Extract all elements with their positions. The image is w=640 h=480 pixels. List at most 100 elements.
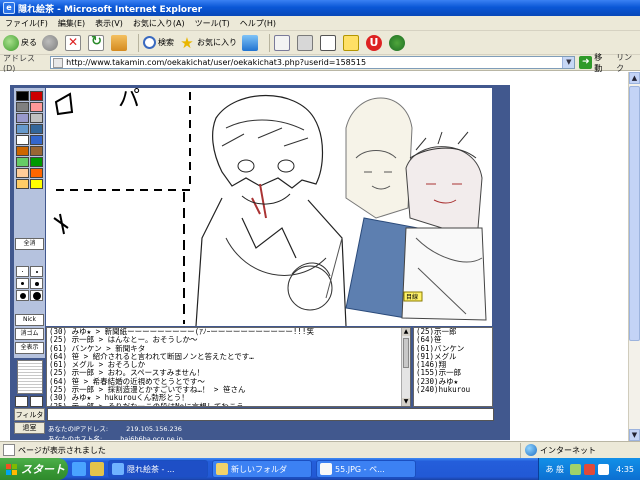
edit-icon bbox=[320, 34, 336, 51]
search-label: 検索 bbox=[158, 38, 174, 47]
scroll-thumb[interactable] bbox=[403, 338, 409, 368]
canvas-tag: 目線 bbox=[406, 293, 418, 301]
favorites-button[interactable]: ★ お気に入り bbox=[179, 35, 237, 51]
color-swatch[interactable] bbox=[16, 124, 29, 134]
stop-button[interactable] bbox=[65, 34, 83, 51]
tool-palette: 全消 Nick 消ゴム 全表示 bbox=[14, 88, 45, 358]
color-swatch[interactable] bbox=[30, 146, 43, 156]
address-input[interactable]: http://www.takamin.com/oekakichat/user/o… bbox=[50, 56, 576, 69]
color-swatch[interactable] bbox=[16, 102, 29, 112]
back-button[interactable]: 戻る bbox=[3, 34, 37, 51]
chat-message-input[interactable] bbox=[47, 408, 494, 421]
clock: 4:35 bbox=[616, 464, 634, 474]
color-swatch[interactable] bbox=[30, 135, 43, 145]
canvas-bubble-text: パ bbox=[118, 88, 140, 112]
user-list-item[interactable]: (240)hukurou bbox=[414, 385, 492, 394]
brush-size-3[interactable] bbox=[16, 278, 29, 289]
menu-file[interactable]: ファイル(F) bbox=[0, 18, 53, 29]
task-ie-window[interactable]: 隠れ絵茶 - ... bbox=[108, 460, 208, 478]
leave-label: 退室 bbox=[22, 424, 37, 432]
chat-input-row: フィルタ bbox=[14, 408, 494, 421]
start-button[interactable]: スタート bbox=[0, 458, 68, 480]
menu-help[interactable]: ヘルプ(H) bbox=[235, 18, 281, 29]
mail-small-icon[interactable] bbox=[15, 396, 28, 407]
color-swatch[interactable] bbox=[30, 113, 43, 123]
edit-button[interactable] bbox=[320, 34, 338, 51]
task-folder-window[interactable]: 新しいフォルダ bbox=[212, 460, 312, 478]
chat-scrollbar[interactable]: ▲ ▼ bbox=[401, 328, 410, 406]
security-zone: インターネット bbox=[520, 442, 640, 458]
color-swatch[interactable] bbox=[30, 124, 43, 134]
menu-edit[interactable]: 編集(E) bbox=[53, 18, 90, 29]
page-done-icon bbox=[3, 444, 15, 456]
user-lines: (25)示一郎 (64)笹 (61)バンケン (91)メグル (146)翔 (155)示一… bbox=[414, 328, 492, 394]
scroll-down-icon[interactable]: ▼ bbox=[402, 398, 410, 406]
brush-size-1[interactable] bbox=[16, 266, 29, 277]
links-button[interactable]: リンク bbox=[616, 52, 640, 74]
page-scroll-thumb[interactable] bbox=[629, 86, 640, 341]
printer-icon bbox=[297, 34, 313, 51]
toolbar-separator bbox=[269, 33, 270, 52]
menu-view[interactable]: 表示(V) bbox=[90, 18, 128, 29]
home-button[interactable] bbox=[111, 34, 129, 51]
leave-room-button[interactable]: 退室 bbox=[14, 422, 45, 434]
color-swatch[interactable] bbox=[16, 168, 29, 178]
eraser-label: 消ゴム bbox=[20, 330, 39, 337]
search-button[interactable]: 検索 bbox=[143, 36, 174, 49]
color-swatch[interactable] bbox=[16, 135, 29, 145]
toolbar-separator bbox=[138, 33, 139, 52]
folder-quicklaunch-icon[interactable] bbox=[90, 462, 104, 476]
nick-button[interactable]: Nick bbox=[15, 314, 44, 326]
color-swatch[interactable] bbox=[16, 113, 29, 123]
color-swatch[interactable] bbox=[16, 157, 29, 167]
brush-size-4[interactable] bbox=[30, 278, 43, 289]
address-bar: アドレス(D) http://www.takamin.com/oekakicha… bbox=[0, 52, 640, 74]
menu-tools[interactable]: ツール(T) bbox=[190, 18, 235, 29]
brush-size-5[interactable] bbox=[16, 290, 29, 301]
refresh-button[interactable] bbox=[88, 34, 106, 51]
drawing-canvas[interactable]: パ 目線 bbox=[46, 88, 492, 326]
go-button[interactable]: ➜ 移動 bbox=[579, 52, 610, 74]
menu-favorites[interactable]: お気に入り(A) bbox=[128, 18, 190, 29]
color-swatch[interactable] bbox=[30, 157, 43, 167]
ie-quicklaunch-icon[interactable] bbox=[72, 462, 86, 476]
close-small-icon[interactable] bbox=[30, 396, 43, 407]
brush-size-6[interactable] bbox=[30, 290, 43, 301]
note-icon bbox=[343, 34, 359, 51]
page-scrollbar[interactable]: ▲ ▼ bbox=[628, 72, 640, 441]
clear-all-button[interactable]: 全消 bbox=[15, 238, 44, 250]
ie-icon: e bbox=[3, 2, 15, 14]
media-button[interactable] bbox=[242, 34, 260, 51]
ime-indicator[interactable]: あ 般 bbox=[545, 464, 564, 475]
forward-button[interactable] bbox=[42, 34, 60, 51]
print-button[interactable] bbox=[297, 34, 315, 51]
brush-size-2[interactable] bbox=[30, 266, 43, 277]
color-swatch[interactable] bbox=[16, 146, 29, 156]
note-button[interactable] bbox=[343, 34, 361, 51]
page-scroll-up-icon[interactable]: ▲ bbox=[629, 72, 640, 84]
address-dropdown-icon[interactable]: ▼ bbox=[562, 57, 575, 68]
scroll-up-icon[interactable]: ▲ bbox=[402, 328, 410, 336]
color-swatch[interactable] bbox=[30, 102, 43, 112]
u-button[interactable]: U bbox=[366, 34, 384, 51]
network-tray-icon[interactable] bbox=[570, 463, 582, 475]
task-paint-window[interactable]: 55.JPG - ペ... bbox=[316, 460, 416, 478]
color-swatch[interactable] bbox=[30, 179, 43, 189]
color-swatch[interactable] bbox=[16, 91, 29, 101]
color-swatch[interactable] bbox=[30, 168, 43, 178]
chat-log[interactable]: (30) みゆ★ > 新聞紙ーーーーーーーーー(ｱﾉｰーーーーーーーーーーー!!… bbox=[46, 327, 411, 407]
user-list[interactable]: (25)示一郎 (64)笹 (61)バンケン (91)メグル (146)翔 (155)示一… bbox=[413, 327, 493, 407]
page-scroll-down-icon[interactable]: ▼ bbox=[629, 429, 640, 441]
show-all-label: 全表示 bbox=[20, 344, 39, 351]
opacity-slider[interactable] bbox=[17, 360, 43, 394]
color-swatch[interactable] bbox=[16, 179, 29, 189]
messenger-button[interactable] bbox=[389, 34, 407, 51]
show-all-button[interactable]: 全表示 bbox=[15, 342, 44, 354]
volume-tray-icon[interactable] bbox=[598, 463, 610, 475]
menu-bar: ファイル(F) 編集(E) 表示(V) お気に入り(A) ツール(T) ヘルプ(… bbox=[0, 16, 640, 31]
eraser-button[interactable]: 消ゴム bbox=[15, 328, 44, 340]
security-tray-icon[interactable] bbox=[584, 463, 596, 475]
color-swatch[interactable] bbox=[30, 91, 43, 101]
mail-button[interactable] bbox=[274, 34, 292, 51]
filter-button[interactable]: フィルタ bbox=[14, 408, 45, 421]
